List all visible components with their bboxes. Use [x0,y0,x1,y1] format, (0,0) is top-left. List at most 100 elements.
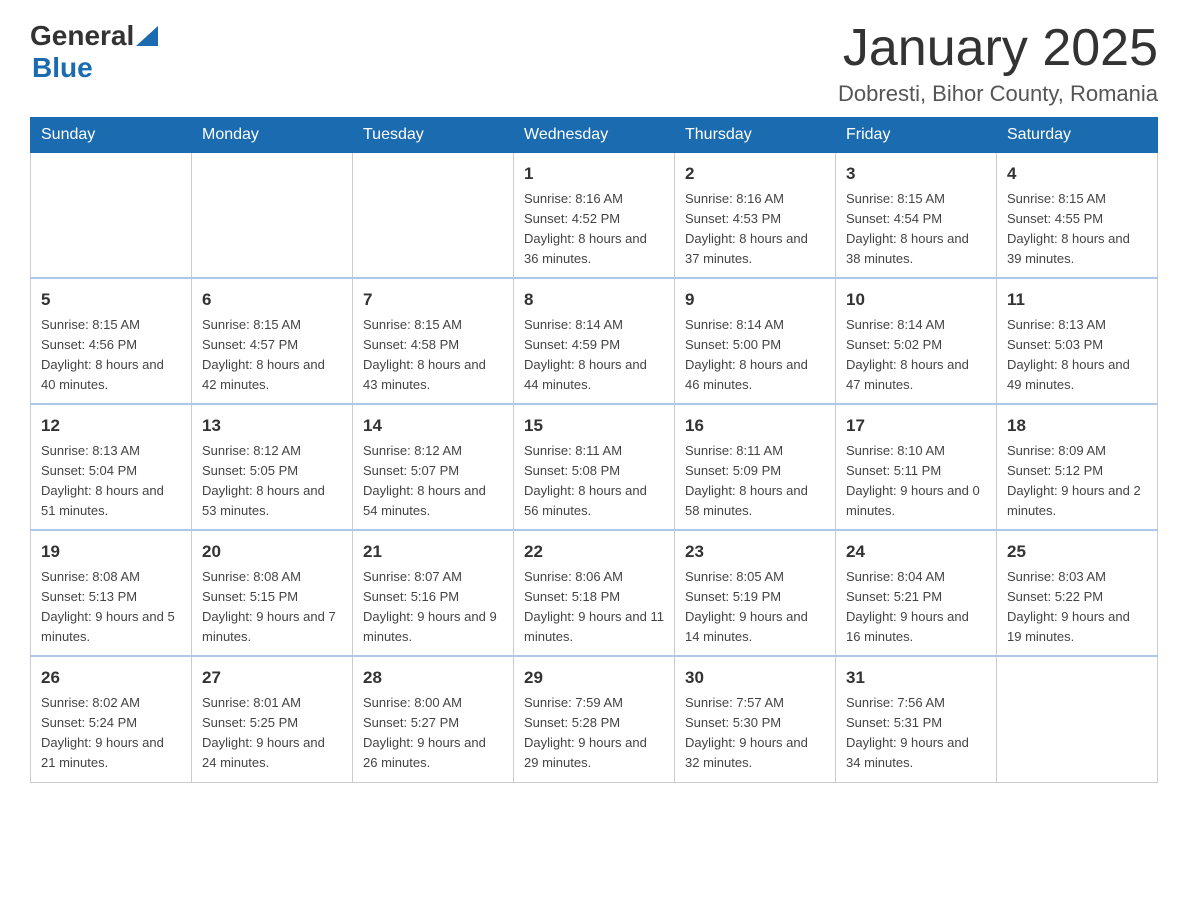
calendar-cell: 6Sunrise: 8:15 AM Sunset: 4:57 PM Daylig… [192,278,353,404]
calendar-cell: 17Sunrise: 8:10 AM Sunset: 5:11 PM Dayli… [836,404,997,530]
calendar-cell: 11Sunrise: 8:13 AM Sunset: 5:03 PM Dayli… [997,278,1158,404]
day-info: Sunrise: 8:14 AM Sunset: 5:02 PM Dayligh… [846,315,986,396]
calendar-cell: 24Sunrise: 8:04 AM Sunset: 5:21 PM Dayli… [836,530,997,656]
calendar-cell: 14Sunrise: 8:12 AM Sunset: 5:07 PM Dayli… [353,404,514,530]
day-number: 5 [41,287,181,313]
calendar-cell: 2Sunrise: 8:16 AM Sunset: 4:53 PM Daylig… [675,153,836,279]
day-number: 13 [202,413,342,439]
day-of-week-header: Wednesday [514,118,675,153]
day-number: 29 [524,665,664,691]
day-info: Sunrise: 8:11 AM Sunset: 5:09 PM Dayligh… [685,441,825,522]
calendar-title: January 2025 [838,20,1158,77]
day-number: 1 [524,161,664,187]
calendar-cell: 9Sunrise: 8:14 AM Sunset: 5:00 PM Daylig… [675,278,836,404]
day-number: 17 [846,413,986,439]
day-info: Sunrise: 8:15 AM Sunset: 4:54 PM Dayligh… [846,189,986,270]
day-info: Sunrise: 8:05 AM Sunset: 5:19 PM Dayligh… [685,567,825,648]
day-info: Sunrise: 8:02 AM Sunset: 5:24 PM Dayligh… [41,693,181,774]
calendar-week-row: 1Sunrise: 8:16 AM Sunset: 4:52 PM Daylig… [31,153,1158,279]
day-info: Sunrise: 8:13 AM Sunset: 5:04 PM Dayligh… [41,441,181,522]
calendar-cell: 19Sunrise: 8:08 AM Sunset: 5:13 PM Dayli… [31,530,192,656]
calendar-cell: 15Sunrise: 8:11 AM Sunset: 5:08 PM Dayli… [514,404,675,530]
calendar-cell: 23Sunrise: 8:05 AM Sunset: 5:19 PM Dayli… [675,530,836,656]
day-number: 16 [685,413,825,439]
day-number: 21 [363,539,503,565]
day-number: 31 [846,665,986,691]
day-info: Sunrise: 8:15 AM Sunset: 4:55 PM Dayligh… [1007,189,1147,270]
day-number: 22 [524,539,664,565]
calendar-week-row: 12Sunrise: 8:13 AM Sunset: 5:04 PM Dayli… [31,404,1158,530]
day-number: 28 [363,665,503,691]
day-number: 9 [685,287,825,313]
day-number: 15 [524,413,664,439]
day-number: 12 [41,413,181,439]
day-number: 4 [1007,161,1147,187]
calendar-cell: 8Sunrise: 8:14 AM Sunset: 4:59 PM Daylig… [514,278,675,404]
day-info: Sunrise: 8:00 AM Sunset: 5:27 PM Dayligh… [363,693,503,774]
calendar-cell: 7Sunrise: 8:15 AM Sunset: 4:58 PM Daylig… [353,278,514,404]
page-header: General Blue January 2025 Dobresti, Biho… [30,20,1158,107]
calendar-cell: 25Sunrise: 8:03 AM Sunset: 5:22 PM Dayli… [997,530,1158,656]
calendar-cell [31,153,192,279]
calendar-cell: 3Sunrise: 8:15 AM Sunset: 4:54 PM Daylig… [836,153,997,279]
calendar-cell: 26Sunrise: 8:02 AM Sunset: 5:24 PM Dayli… [31,656,192,782]
calendar-cell: 31Sunrise: 7:56 AM Sunset: 5:31 PM Dayli… [836,656,997,782]
day-of-week-header: Sunday [31,118,192,153]
day-info: Sunrise: 7:57 AM Sunset: 5:30 PM Dayligh… [685,693,825,774]
day-info: Sunrise: 8:03 AM Sunset: 5:22 PM Dayligh… [1007,567,1147,648]
day-number: 7 [363,287,503,313]
day-number: 25 [1007,539,1147,565]
day-info: Sunrise: 8:08 AM Sunset: 5:13 PM Dayligh… [41,567,181,648]
calendar-cell: 16Sunrise: 8:11 AM Sunset: 5:09 PM Dayli… [675,404,836,530]
day-of-week-header: Thursday [675,118,836,153]
day-number: 26 [41,665,181,691]
day-info: Sunrise: 8:07 AM Sunset: 5:16 PM Dayligh… [363,567,503,648]
title-section: January 2025 Dobresti, Bihor County, Rom… [838,20,1158,107]
day-info: Sunrise: 8:10 AM Sunset: 5:11 PM Dayligh… [846,441,986,522]
calendar-week-row: 19Sunrise: 8:08 AM Sunset: 5:13 PM Dayli… [31,530,1158,656]
calendar-cell: 27Sunrise: 8:01 AM Sunset: 5:25 PM Dayli… [192,656,353,782]
day-number: 24 [846,539,986,565]
calendar-week-row: 5Sunrise: 8:15 AM Sunset: 4:56 PM Daylig… [31,278,1158,404]
day-info: Sunrise: 8:12 AM Sunset: 5:07 PM Dayligh… [363,441,503,522]
day-number: 19 [41,539,181,565]
day-info: Sunrise: 8:14 AM Sunset: 5:00 PM Dayligh… [685,315,825,396]
day-number: 18 [1007,413,1147,439]
calendar-header-row: SundayMondayTuesdayWednesdayThursdayFrid… [31,118,1158,153]
day-number: 6 [202,287,342,313]
logo-triangle-icon [136,26,158,46]
day-info: Sunrise: 8:04 AM Sunset: 5:21 PM Dayligh… [846,567,986,648]
calendar-cell: 4Sunrise: 8:15 AM Sunset: 4:55 PM Daylig… [997,153,1158,279]
calendar-cell: 21Sunrise: 8:07 AM Sunset: 5:16 PM Dayli… [353,530,514,656]
calendar-cell: 22Sunrise: 8:06 AM Sunset: 5:18 PM Dayli… [514,530,675,656]
day-number: 27 [202,665,342,691]
day-number: 8 [524,287,664,313]
day-info: Sunrise: 8:15 AM Sunset: 4:58 PM Dayligh… [363,315,503,396]
day-number: 11 [1007,287,1147,313]
day-info: Sunrise: 8:09 AM Sunset: 5:12 PM Dayligh… [1007,441,1147,522]
day-info: Sunrise: 8:01 AM Sunset: 5:25 PM Dayligh… [202,693,342,774]
calendar-cell [997,656,1158,782]
day-info: Sunrise: 8:06 AM Sunset: 5:18 PM Dayligh… [524,567,664,648]
day-info: Sunrise: 7:59 AM Sunset: 5:28 PM Dayligh… [524,693,664,774]
calendar-cell: 10Sunrise: 8:14 AM Sunset: 5:02 PM Dayli… [836,278,997,404]
day-number: 23 [685,539,825,565]
day-of-week-header: Monday [192,118,353,153]
day-number: 3 [846,161,986,187]
calendar-week-row: 26Sunrise: 8:02 AM Sunset: 5:24 PM Dayli… [31,656,1158,782]
logo: General Blue [30,20,158,84]
day-of-week-header: Saturday [997,118,1158,153]
logo-text-blue: Blue [32,52,158,84]
day-info: Sunrise: 8:08 AM Sunset: 5:15 PM Dayligh… [202,567,342,648]
day-info: Sunrise: 8:16 AM Sunset: 4:53 PM Dayligh… [685,189,825,270]
day-of-week-header: Tuesday [353,118,514,153]
day-number: 10 [846,287,986,313]
calendar-cell: 12Sunrise: 8:13 AM Sunset: 5:04 PM Dayli… [31,404,192,530]
day-number: 30 [685,665,825,691]
day-of-week-header: Friday [836,118,997,153]
calendar-cell: 30Sunrise: 7:57 AM Sunset: 5:30 PM Dayli… [675,656,836,782]
calendar-cell: 1Sunrise: 8:16 AM Sunset: 4:52 PM Daylig… [514,153,675,279]
day-number: 14 [363,413,503,439]
calendar-subtitle: Dobresti, Bihor County, Romania [838,81,1158,107]
day-info: Sunrise: 8:11 AM Sunset: 5:08 PM Dayligh… [524,441,664,522]
